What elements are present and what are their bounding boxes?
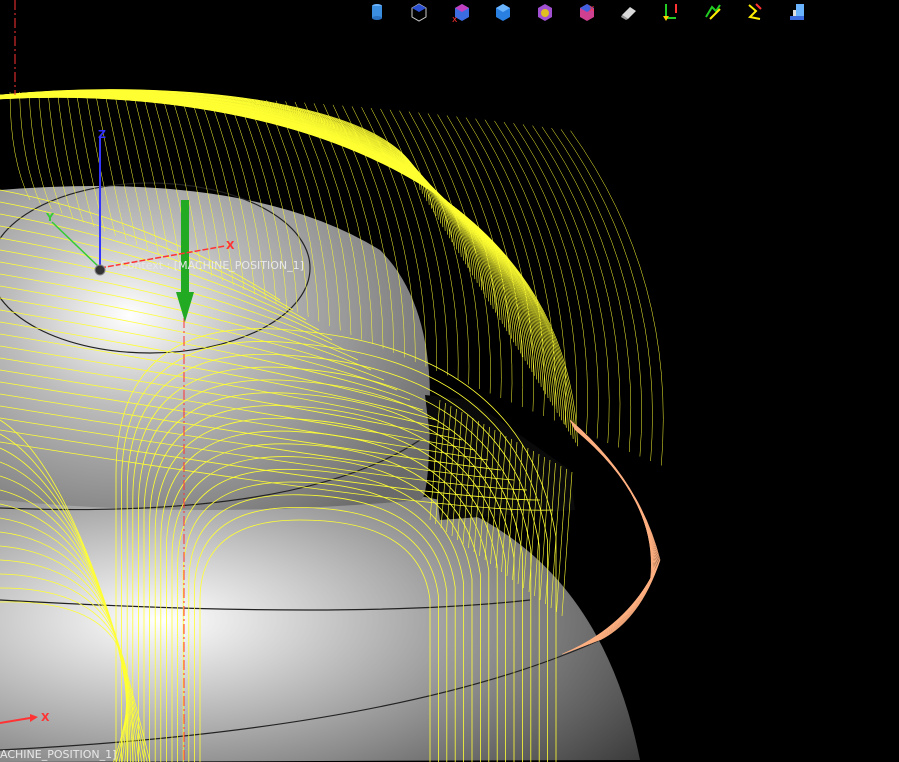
toolpath-contour [572,425,655,650]
toolpath-green-red-icon[interactable] [654,0,688,24]
cylinder-icon[interactable] [360,0,394,24]
part-lower-body [0,477,640,762]
cube-delete-icon[interactable]: x [444,0,478,24]
toolpath-contour [484,119,567,426]
cube-remove-icon[interactable]: x [570,0,604,24]
toolpath-contour [571,423,657,646]
toolpath-yellow-red-icon[interactable] [738,0,772,24]
context-label: Context : [MACHINE_POSITION_1] [120,259,304,272]
svg-text:x: x [452,15,458,23]
svg-text:x: x [589,4,595,14]
toolpath-contour [532,125,621,448]
toolpath-contour [572,424,656,647]
axis-z-label: Z [98,128,106,141]
view-toolbar: x x [360,0,814,24]
axis-x-bottom-label: X [41,711,50,724]
context-label-bottom: ACHINE_POSITION_1] [0,748,117,761]
toolpath-contour [573,426,654,651]
toolpath-contour [572,424,656,648]
solid-cube-icon[interactable] [486,0,520,24]
toolpath-contour [570,420,660,642]
wireframe-cube-icon[interactable] [402,0,436,24]
cube-settings-icon[interactable] [528,0,562,24]
toolpath-contour [570,421,659,643]
3d-viewport[interactable] [0,0,899,762]
machine-icon[interactable] [780,0,814,24]
toolpath-zigzag-icon[interactable] [696,0,730,24]
axis-y-label: Y [46,211,54,224]
axis-x-label: X [226,239,235,252]
toolpath-contour [571,422,658,645]
eraser-icon[interactable] [612,0,646,24]
toolpath-contour [570,421,659,644]
toolpath-contour [572,425,655,649]
toolpath-contour [570,420,660,642]
toolpath-contour [571,423,657,647]
toolpath-contour [418,112,491,394]
